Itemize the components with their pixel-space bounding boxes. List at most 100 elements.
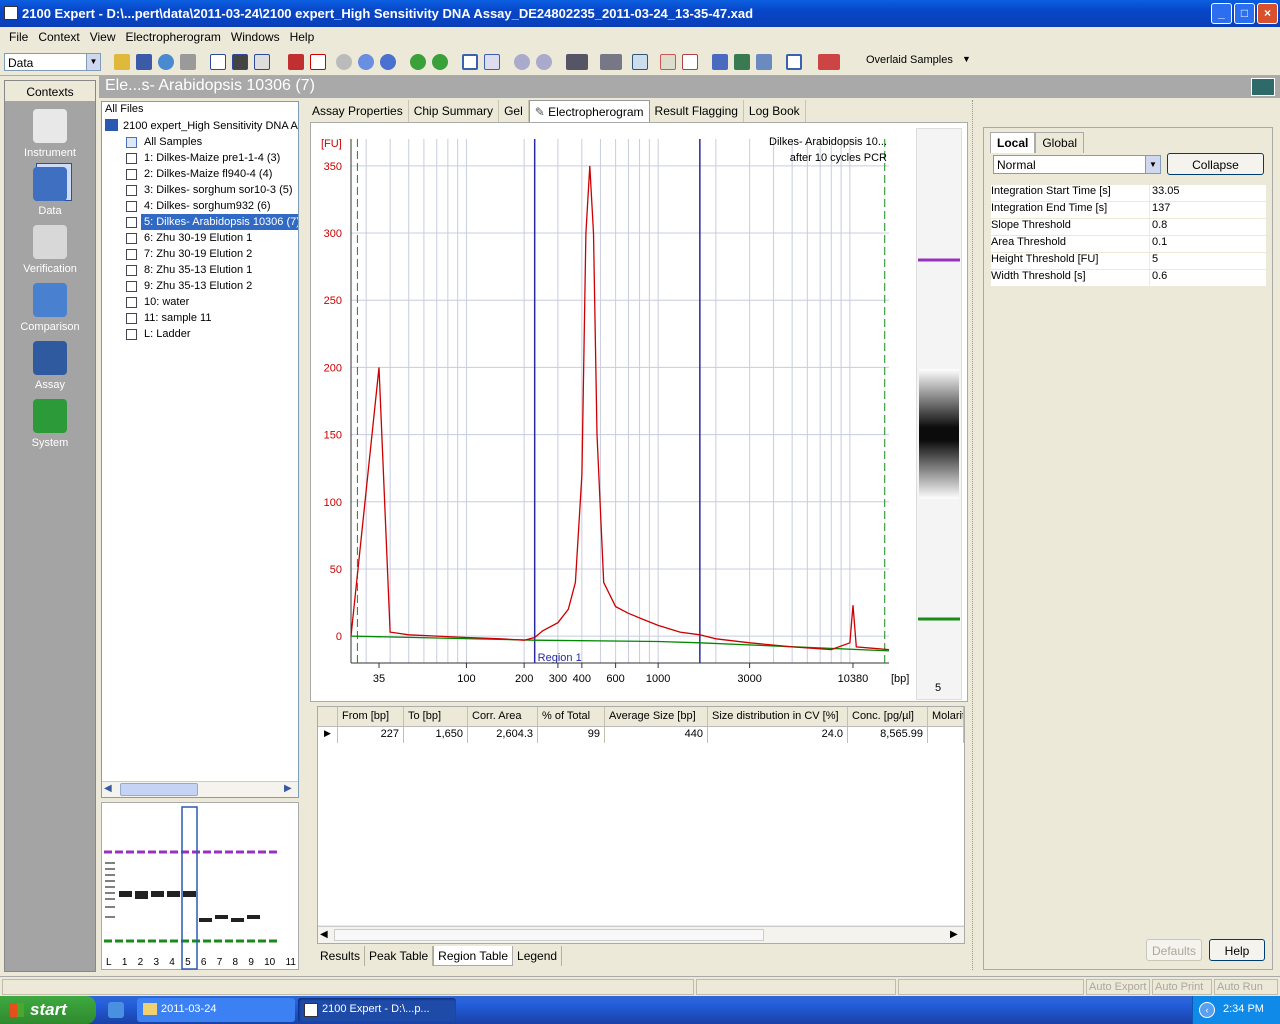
menu-file[interactable]: File (4, 30, 33, 47)
lane-label[interactable]: 10 (264, 957, 275, 968)
tab-result-flagging[interactable]: Result Flagging (650, 100, 744, 122)
mode-select[interactable]: Normal ▼ (993, 155, 1161, 174)
peak-tool-icon[interactable] (566, 54, 588, 70)
lane-label[interactable]: 5 (185, 957, 191, 968)
ruler-icon[interactable] (632, 54, 648, 70)
context-data[interactable]: Data (5, 167, 95, 217)
lane-label[interactable]: 9 (248, 957, 254, 968)
scale-icon[interactable] (818, 54, 840, 70)
lane-label[interactable]: 2 (138, 957, 144, 968)
checkbox[interactable] (126, 185, 137, 196)
save-icon[interactable] (136, 54, 152, 70)
integrate-icon[interactable] (660, 54, 676, 70)
tree-view-icon[interactable] (210, 54, 226, 70)
tab-region-table[interactable]: Region Table (433, 946, 514, 966)
param-row[interactable]: Width Threshold [s] 0.6 (990, 268, 1266, 286)
arrow-left-icon[interactable]: ◀ (104, 783, 112, 794)
tab-gel[interactable]: Gel (499, 100, 529, 122)
grid-view-icon[interactable] (484, 54, 500, 70)
calculator-icon[interactable] (1251, 78, 1275, 96)
context-comparison[interactable]: Comparison (5, 283, 95, 333)
compare-icon[interactable] (756, 54, 772, 70)
collapse-button[interactable]: Collapse (1167, 153, 1264, 175)
chevron-down-icon[interactable]: ▼ (962, 54, 971, 64)
param-value[interactable]: 0.8 (1150, 219, 1266, 235)
tab-global[interactable]: Global (1035, 132, 1085, 153)
checkbox[interactable] (126, 217, 137, 228)
pause-icon[interactable] (358, 54, 374, 70)
context-verification[interactable]: Verification (5, 225, 95, 275)
minimize-button[interactable]: _ (1211, 3, 1232, 24)
scroll-thumb[interactable] (334, 929, 764, 941)
lane-label[interactable]: 7 (217, 957, 223, 968)
gel-overview[interactable]: L 1 2 3 4 5 6 7 8 9 10 11 (101, 802, 299, 970)
print-icon[interactable] (180, 54, 196, 70)
context-combo[interactable]: Data ▼ (4, 53, 101, 71)
param-row[interactable]: Area Threshold 0.1 (990, 234, 1266, 252)
back-arrow-icon[interactable] (410, 54, 426, 70)
tab-results[interactable]: Results (316, 946, 366, 966)
col-to[interactable]: To [bp] (404, 707, 468, 726)
scroll-thumb[interactable] (120, 783, 198, 796)
close-button[interactable]: × (1257, 3, 1278, 24)
arrow-right-icon[interactable]: ▶ (284, 783, 292, 794)
table-grid-icon[interactable] (712, 54, 728, 70)
menu-help[interactable]: Help (285, 30, 320, 47)
tab-local[interactable]: Local (990, 132, 1036, 153)
lane-label[interactable]: 11 (286, 957, 296, 968)
tab-log-book[interactable]: Log Book (744, 100, 806, 122)
checkbox[interactable] (126, 169, 137, 180)
tree-file[interactable]: 2100 expert_High Sensitivity DNA As (105, 119, 298, 135)
tree-all-files[interactable]: All Files (105, 103, 144, 119)
checkbox[interactable] (126, 201, 137, 212)
checkbox[interactable] (126, 329, 137, 340)
menu-windows[interactable]: Windows (226, 30, 285, 47)
tab-assay-properties[interactable]: Assay Properties (307, 100, 409, 122)
table-scrollbar[interactable]: ◀ ▶ (318, 926, 964, 943)
table-row[interactable]: ▶ 227 1,650 2,604.3 99 440 24.0 8,565.99 (318, 727, 964, 743)
overlaid-samples-dropdown[interactable]: Overlaid Samples (866, 54, 953, 66)
curve-icon[interactable] (682, 54, 698, 70)
col-from[interactable]: From [bp] (338, 707, 404, 726)
lane-label[interactable]: 8 (233, 957, 239, 968)
arrow-left-icon[interactable]: ◀ (320, 929, 328, 940)
checkbox[interactable] (126, 265, 137, 276)
checkbox[interactable] (126, 313, 137, 324)
defaults-button[interactable]: Defaults (1146, 939, 1202, 961)
open-folder-icon[interactable] (114, 54, 130, 70)
lane-label[interactable]: 6 (201, 957, 207, 968)
tab-legend[interactable]: Legend (513, 946, 563, 966)
tree-scrollbar[interactable]: ◀ ▶ (102, 781, 298, 797)
graph-settings-icon[interactable] (786, 54, 802, 70)
col-percent-total[interactable]: % of Total (538, 707, 605, 726)
col-size-distribution[interactable]: Size distribution in CV [%] (708, 707, 848, 726)
electropherogram-chart[interactable]: 0 50 100 150 200 250 300 350 Region 1 35 100 200 300… (311, 123, 911, 698)
tray-expand-icon[interactable]: ‹ (1199, 1002, 1215, 1018)
param-row[interactable]: Integration End Time [s] 137 (990, 200, 1266, 218)
maximize-button[interactable]: □ (1234, 3, 1255, 24)
lane-label[interactable]: 4 (169, 957, 175, 968)
taskbar-item-folder[interactable]: 2011-03-24 (137, 998, 295, 1022)
param-row[interactable]: Slope Threshold 0.8 (990, 217, 1266, 235)
lane-label[interactable]: L (106, 957, 112, 968)
zoom-out-icon[interactable] (536, 54, 552, 70)
context-assay[interactable]: Assay (5, 341, 95, 391)
param-value[interactable]: 0.1 (1150, 236, 1266, 252)
gel-view-icon[interactable] (232, 54, 248, 70)
col-corr-area[interactable]: Corr. Area (468, 707, 538, 726)
hand-tool-icon[interactable] (600, 54, 622, 70)
param-value[interactable]: 0.6 (1150, 270, 1266, 286)
checkbox[interactable] (126, 153, 137, 164)
help-button[interactable]: Help (1209, 939, 1265, 961)
quick-launch-icon[interactable] (108, 1002, 124, 1018)
electropherogram-panel[interactable]: 0 50 100 150 200 250 300 350 Region 1 35 100 200 300… (310, 122, 968, 702)
context-system[interactable]: System (5, 399, 95, 449)
col-conc[interactable]: Conc. [pg/µl] (848, 707, 928, 726)
tab-peak-table[interactable]: Peak Table (365, 946, 434, 966)
lane-label[interactable]: 3 (153, 957, 159, 968)
param-row[interactable]: Integration Start Time [s] 33.05 (990, 183, 1266, 201)
single-view-icon[interactable] (462, 54, 478, 70)
taskbar-item-app[interactable]: 2100 Expert - D:\...p... (298, 998, 456, 1022)
list-icon[interactable] (288, 54, 304, 70)
context-instrument[interactable]: Instrument (5, 109, 95, 159)
